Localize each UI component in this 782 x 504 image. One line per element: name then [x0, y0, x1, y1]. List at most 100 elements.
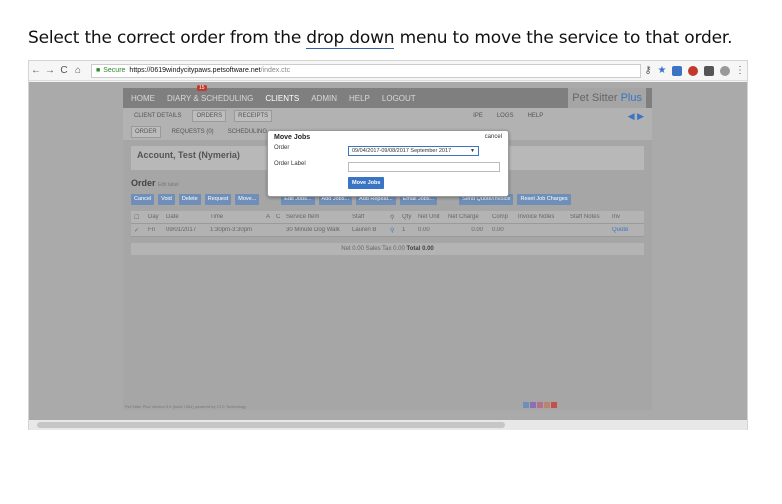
theme-swatch[interactable] — [537, 402, 543, 408]
client-subnav: CLIENT DETAILS ORDERS RECEIPTS IPE LOGS … — [123, 108, 652, 124]
order-dropdown-value: 09/04/2017-09/08/2017 September 2017 — [352, 148, 452, 154]
nav-diary-label: DIARY & SCHEDULING — [167, 93, 254, 103]
theme-swatch[interactable] — [544, 402, 550, 408]
move-jobs-dialog: Move Jobs cancel Order 09/04/2017-09/08/… — [267, 130, 509, 197]
menu-icon[interactable]: ⋮ — [733, 65, 747, 76]
row-checkbox[interactable]: ✓ — [131, 227, 145, 234]
dialog-title: Move Jobs — [274, 134, 311, 141]
column-header: Net Charge — [448, 214, 479, 220]
top-navigation: HOME DIARY & SCHEDULING 15 CLIENTS ADMIN … — [123, 84, 652, 108]
bookmark-star-icon[interactable]: ★ — [655, 65, 669, 76]
theme-swatch[interactable] — [551, 402, 557, 408]
app-footer: Pet Sitter Plus Version 5.6 (build 7264)… — [125, 404, 247, 409]
scrollbar-thumb[interactable] — [37, 422, 505, 428]
order-heading-text: Order — [131, 178, 156, 188]
column-header: Staff Notes — [570, 214, 600, 220]
tab-order[interactable]: ORDER — [131, 126, 161, 138]
extension-icon[interactable] — [672, 65, 682, 76]
forward-icon[interactable]: → — [43, 65, 57, 76]
nav-diary-scheduling[interactable]: DIARY & SCHEDULING 15 — [167, 84, 254, 103]
tab-client-details[interactable]: CLIENT DETAILS — [131, 111, 184, 121]
table-header: ☐ Day Date Time A C Service Item Staff ⚲… — [131, 211, 644, 224]
row-net-charge: 0.00 — [471, 227, 483, 233]
dialog-cancel-link[interactable]: cancel — [485, 134, 502, 140]
address-bar[interactable]: ■ Secure https://0619windycitypaws.petso… — [91, 63, 641, 78]
staff-lookup-icon[interactable]: ⚲ — [387, 227, 399, 234]
reload-icon[interactable]: C — [57, 65, 71, 76]
order-label-field-label: Order Label — [274, 161, 306, 167]
column-header: Invoice Notes — [518, 214, 555, 220]
column-header: Qty — [402, 214, 412, 220]
order-dropdown[interactable]: 09/04/2017-09/08/2017 September 2017 ▼ — [348, 146, 479, 156]
request-button[interactable]: Request — [204, 194, 232, 205]
extension-icon[interactable] — [704, 65, 714, 76]
browser-toolbar: ← → C ⌂ ■ Secure https://0619windycitypa… — [29, 61, 747, 81]
cancel-button[interactable]: Cancel — [131, 194, 155, 205]
tab-orders[interactable]: ORDERS — [192, 110, 227, 122]
tab-receipts[interactable]: RECEIPTS — [234, 110, 273, 122]
row-service-item: 30 Minute Dog Walk — [286, 227, 340, 233]
brand-logo: Pet Sitter Plus — [568, 88, 646, 108]
reset-job-charges-button[interactable]: Reset Job Charges — [517, 194, 571, 205]
edit-label-link[interactable]: Edit label — [158, 182, 179, 188]
totals-total: Total 0.00 — [406, 246, 434, 252]
header-checkbox[interactable]: ☐ — [131, 214, 145, 221]
column-header: Service Item — [286, 214, 320, 220]
tab-requests[interactable]: REQUESTS (0) — [169, 127, 217, 137]
move-jobs-button[interactable]: Move Jobs — [348, 177, 385, 189]
tab-logs[interactable]: LOGS — [494, 111, 517, 121]
table-row[interactable]: ✓ Fri 09/01/2017 1:30pm-3:30pm 30 Minute… — [131, 224, 644, 237]
order-totals: Net 0.00 Sales Tax 0.00 Total 0.00 — [131, 243, 644, 255]
theme-swatch[interactable] — [530, 402, 536, 408]
row-inv-link[interactable]: Quote — [609, 227, 629, 233]
nav-help[interactable]: HELP — [349, 94, 370, 103]
adblock-icon[interactable] — [688, 65, 698, 76]
notification-badge: 15 — [197, 84, 207, 91]
url-path: /index.ctc — [260, 67, 291, 74]
column-header: Comp — [492, 214, 509, 220]
order-label-input[interactable] — [348, 162, 500, 172]
search-icon: ⚲ — [390, 214, 395, 221]
key-icon[interactable]: ⚷ — [641, 65, 655, 76]
row-time: 1:30pm-3:30pm — [210, 227, 253, 233]
horizontal-scrollbar[interactable] — [29, 420, 747, 430]
totals-text: Net 0.00 Sales Tax 0.00 — [341, 246, 407, 252]
instruction-text: Select the correct order from the drop d… — [28, 28, 732, 49]
back-icon[interactable]: ← — [29, 65, 43, 76]
column-header: Net Unit — [418, 214, 440, 220]
brand-main: Pet Sitter — [572, 92, 618, 104]
void-button[interactable]: Void — [158, 194, 175, 205]
move-button[interactable]: Move... — [235, 194, 260, 205]
extension-icon[interactable] — [720, 65, 730, 76]
column-header: C — [276, 214, 281, 220]
nav-clients[interactable]: CLIENTS — [265, 94, 299, 103]
row-qty: 1 — [402, 227, 406, 233]
column-header: A — [266, 214, 271, 220]
order-field-label: Order — [274, 145, 290, 151]
chevron-down-icon: ▼ — [470, 148, 475, 154]
instruction-link: drop down — [306, 28, 395, 49]
column-header: Inv — [612, 214, 621, 220]
row-comp: 0.00 — [492, 227, 504, 233]
nav-home[interactable]: HOME — [131, 94, 155, 103]
jobs-table: ☐ Day Date Time A C Service Item Staff ⚲… — [131, 211, 644, 237]
column-header: Date — [166, 214, 179, 220]
tab-help[interactable]: HELP — [525, 111, 547, 121]
theme-swatch[interactable] — [523, 402, 529, 408]
row-net-unit: 0.00 — [418, 227, 430, 233]
home-icon[interactable]: ⌂ — [71, 65, 85, 76]
row-day: Fri — [148, 227, 155, 233]
tab-scheduling[interactable]: SCHEDULING — [225, 127, 270, 137]
prev-next-arrows[interactable]: ◀ ▶ — [628, 111, 644, 122]
nav-admin[interactable]: ADMIN — [311, 94, 337, 103]
column-header: Staff — [352, 214, 365, 220]
column-header: Day — [148, 214, 159, 220]
theme-swatches[interactable] — [523, 402, 557, 408]
nav-logout[interactable]: LOGOUT — [382, 94, 416, 103]
instruction-pre: Select the correct order from the — [28, 28, 307, 48]
delete-button[interactable]: Delete — [178, 194, 201, 205]
url-host: https://0619windycitypaws.petsoftware.ne… — [129, 67, 261, 74]
secure-label: Secure — [103, 67, 126, 74]
page-viewport: HOME DIARY & SCHEDULING 15 CLIENTS ADMIN … — [29, 82, 747, 420]
tab-ipe[interactable]: IPE — [470, 111, 486, 121]
